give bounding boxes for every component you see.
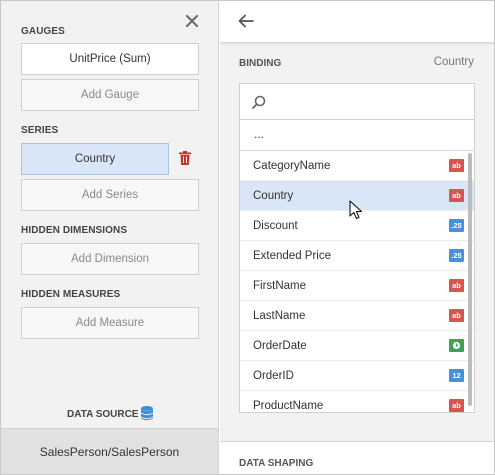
string-type-icon: ab	[449, 279, 464, 292]
number-type-icon: 12	[449, 369, 464, 382]
back-arrow-icon[interactable]	[238, 14, 254, 28]
field-list-item[interactable]: LastName ab	[240, 301, 474, 331]
field-list-item[interactable]: OrderDate	[240, 331, 474, 361]
parent-level-item[interactable]: ...	[240, 120, 474, 151]
right-panel-header	[220, 1, 494, 43]
binding-title: BINDING	[239, 58, 282, 69]
field-list-item[interactable]: Extended Price .25	[240, 241, 474, 271]
field-name: CategoryName	[253, 160, 331, 172]
close-icon[interactable]	[183, 12, 201, 30]
mouse-cursor-icon	[349, 200, 363, 220]
list-scrollbar[interactable]	[468, 153, 472, 406]
field-name: OrderDate	[253, 340, 307, 352]
search-input[interactable]	[239, 83, 475, 120]
trash-icon[interactable]	[179, 151, 191, 165]
series-item-country[interactable]: Country	[21, 143, 169, 175]
add-measure-button[interactable]: Add Measure	[21, 307, 199, 339]
hidden-dimensions-section-title: HIDDEN DIMENSIONS	[21, 225, 128, 236]
data-shaping-title: DATA SHAPING	[239, 458, 314, 469]
data-source-button[interactable]: SalesPerson/SalesPerson	[1, 428, 218, 474]
field-name: Country	[253, 190, 294, 202]
data-source-label: DATA SOURCE	[67, 409, 139, 420]
add-dimension-button[interactable]: Add Dimension	[21, 243, 199, 275]
series-section-title: SERIES	[21, 125, 59, 136]
field-name: FirstName	[253, 280, 307, 292]
string-type-icon: ab	[449, 159, 464, 172]
field-list-item[interactable]: FirstName ab	[240, 271, 474, 301]
search-icon	[252, 95, 266, 109]
string-type-icon: ab	[449, 399, 464, 412]
field-name: Extended Price	[253, 250, 331, 262]
field-list-item[interactable]: ProductName ab	[240, 391, 474, 412]
gauges-section-title: GAUGES	[21, 26, 65, 37]
field-name: ProductName	[253, 400, 324, 412]
number-type-icon: .25	[449, 219, 464, 232]
string-type-icon: ab	[449, 189, 464, 202]
field-name: LastName	[253, 310, 306, 322]
binding-value: Country	[433, 56, 474, 68]
add-series-button[interactable]: Add Series	[21, 179, 199, 211]
hidden-measures-section-title: HIDDEN MEASURES	[21, 289, 121, 300]
field-name: Discount	[253, 220, 298, 232]
string-type-icon: ab	[449, 309, 464, 322]
field-list[interactable]: ... CategoryName ab Country ab Discount .25 Ex…	[239, 120, 475, 413]
add-gauge-button[interactable]: Add Gauge	[21, 79, 199, 111]
number-type-icon: .25	[449, 249, 464, 262]
field-list-item[interactable]: OrderID 12	[240, 361, 474, 391]
field-name: OrderID	[253, 370, 294, 382]
left-panel: GAUGES UnitPrice (Sum) Add Gauge SERIES …	[1, 1, 219, 474]
clock-icon	[449, 339, 464, 352]
right-panel: BINDING Country ... CategoryName ab Countr…	[220, 1, 494, 474]
database-icon	[141, 406, 153, 421]
gauge-item-unitprice[interactable]: UnitPrice (Sum)	[21, 43, 199, 75]
data-shaping-section[interactable]: DATA SHAPING	[220, 441, 494, 474]
field-list-item[interactable]: CategoryName ab	[240, 151, 474, 181]
